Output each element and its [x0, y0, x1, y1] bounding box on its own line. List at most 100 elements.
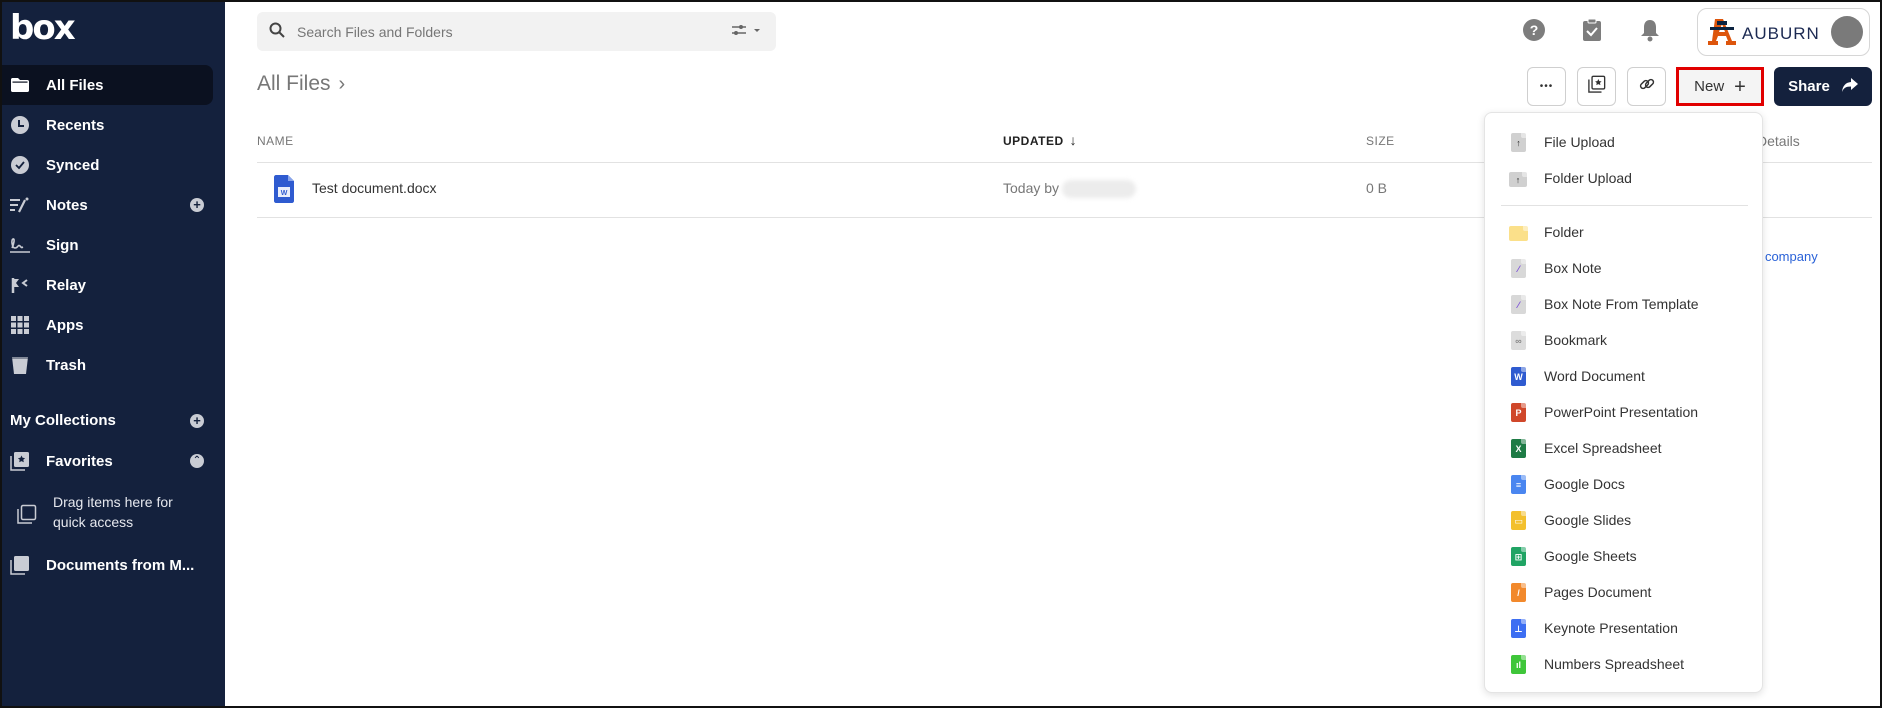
menu-item-label: PowerPoint Presentation: [1544, 404, 1699, 420]
search-icon: [269, 22, 285, 43]
search-bar: [257, 12, 776, 51]
menu-item-numbers-spreadsheet[interactable]: ıl Numbers Spreadsheet: [1485, 646, 1762, 682]
sidebar-item-label: Relay: [46, 276, 87, 294]
menu-item-bookmark[interactable]: ∞ Bookmark: [1485, 322, 1762, 358]
details-header: Details: [1757, 133, 1800, 149]
sidebar-item-recents[interactable]: Recents: [0, 105, 213, 145]
my-collections-heading: My Collections: [10, 412, 116, 429]
plus-icon: +: [1734, 75, 1746, 98]
powerpoint-icon: P: [1509, 403, 1527, 423]
file-size: 0 B: [1366, 180, 1388, 196]
menu-item-google-sheets[interactable]: ⊞ Google Sheets: [1485, 538, 1762, 574]
sidebar-item-label: Recents: [46, 116, 105, 134]
collection-star-icon: [1587, 75, 1606, 98]
menu-item-google-slides[interactable]: ▭ Google Slides: [1485, 502, 1762, 538]
sidebar-item-synced[interactable]: Synced: [0, 145, 213, 185]
menu-item-label: Keynote Presentation: [1544, 620, 1678, 636]
apps-grid-icon: [10, 315, 30, 335]
sidebar-item-all-files[interactable]: All Files: [0, 65, 213, 105]
ellipsis-icon: •••: [1539, 81, 1554, 92]
svg-text:W: W: [281, 190, 288, 197]
trash-icon: [10, 355, 30, 375]
excel-icon: X: [1509, 439, 1527, 459]
file-upload-icon: ↑: [1509, 133, 1527, 153]
menu-item-excel-spreadsheet[interactable]: X Excel Spreadsheet: [1485, 430, 1762, 466]
add-to-collection-button[interactable]: [1577, 67, 1616, 106]
user-avatar[interactable]: [1831, 16, 1863, 48]
sidebar-item-sign[interactable]: Sign: [0, 225, 213, 265]
column-header-name[interactable]: NAME: [257, 134, 294, 148]
google-docs-icon: ≡: [1509, 475, 1527, 495]
notifications-bell-icon[interactable]: [1638, 18, 1662, 42]
clock-icon: [10, 115, 30, 135]
org-name: AUBURN: [1742, 24, 1820, 43]
search-input[interactable]: [297, 12, 717, 51]
chevron-right-icon[interactable]: ›: [339, 73, 346, 96]
check-circle-icon: [10, 155, 30, 175]
numbers-icon: ıl: [1509, 655, 1527, 675]
menu-item-label: File Upload: [1544, 134, 1615, 150]
column-header-updated[interactable]: UPDATED ↓: [1003, 133, 1077, 148]
menu-item-box-note[interactable]: ⁄ Box Note: [1485, 250, 1762, 286]
menu-item-label: Box Note From Template: [1544, 296, 1699, 312]
menu-item-label: Google Slides: [1544, 512, 1632, 528]
breadcrumb-current[interactable]: All Files: [257, 72, 331, 96]
folder-icon: [10, 75, 30, 95]
add-collection-button[interactable]: +: [190, 414, 204, 428]
sidebar-item-notes[interactable]: Notes +: [0, 185, 213, 225]
share-button-label: Share: [1788, 78, 1830, 95]
menu-item-label: Box Note: [1544, 260, 1602, 276]
share-arrow-icon: [1841, 77, 1858, 96]
sidebar-item-trash[interactable]: Trash: [0, 345, 213, 385]
box-note-icon: ⁄: [1509, 259, 1527, 279]
menu-item-box-note-from-template[interactable]: ⁄ Box Note From Template: [1485, 286, 1762, 322]
company-link[interactable]: r company: [1757, 249, 1818, 264]
favorites-collection-icon: [10, 451, 30, 471]
menu-item-word-document[interactable]: W Word Document: [1485, 358, 1762, 394]
menu-item-label: Google Docs: [1544, 476, 1625, 492]
menu-item-keynote-presentation[interactable]: ⊥ Keynote Presentation: [1485, 610, 1762, 646]
sidebar-item-documents-collection[interactable]: Documents from M...: [0, 545, 213, 585]
more-options-button[interactable]: •••: [1527, 67, 1566, 106]
menu-item-pages-document[interactable]: / Pages Document: [1485, 574, 1762, 610]
menu-item-label: Bookmark: [1544, 332, 1608, 348]
sidebar-item-label: Synced: [46, 156, 100, 174]
column-header-size[interactable]: SIZE: [1366, 134, 1395, 148]
bookmark-icon: ∞: [1509, 331, 1527, 351]
tasks-icon[interactable]: [1580, 18, 1604, 42]
box-logo[interactable]: box: [10, 8, 76, 48]
sidebar-item-label: Apps: [46, 316, 84, 334]
menu-item-powerpoint-presentation[interactable]: P PowerPoint Presentation: [1485, 394, 1762, 430]
menu-item-label: Word Document: [1544, 368, 1645, 384]
new-button[interactable]: New +: [1676, 67, 1764, 106]
collection-icon: [10, 555, 30, 575]
pages-icon: /: [1509, 583, 1527, 603]
copy-link-button[interactable]: [1627, 67, 1666, 106]
help-icon[interactable]: ?: [1522, 18, 1546, 42]
search-filter-button[interactable]: [732, 24, 762, 41]
sidebar-item-relay[interactable]: Relay: [0, 265, 213, 305]
svg-text:?: ?: [1530, 22, 1539, 38]
sidebar-item-apps[interactable]: Apps: [0, 305, 213, 345]
sidebar-item-label: Trash: [46, 356, 87, 374]
file-updated: Today by: [1003, 180, 1060, 196]
add-note-button[interactable]: +: [190, 198, 204, 212]
column-header-label: UPDATED: [1003, 134, 1064, 148]
menu-item-label: Google Sheets: [1544, 548, 1637, 564]
google-sheets-icon: ⊞: [1509, 547, 1527, 567]
menu-item-label: Pages Document: [1544, 584, 1652, 600]
menu-item-google-docs[interactable]: ≡ Google Docs: [1485, 466, 1762, 502]
menu-item-folder[interactable]: Folder: [1485, 214, 1762, 250]
menu-item-label: Excel Spreadsheet: [1544, 440, 1662, 456]
menu-divider: [1501, 205, 1748, 206]
share-button[interactable]: Share: [1774, 67, 1872, 106]
menu-item-folder-upload[interactable]: ↑ Folder Upload: [1485, 160, 1762, 196]
sidebar-item-label: All Files: [46, 76, 104, 94]
relay-icon: [10, 275, 30, 295]
file-name-link[interactable]: Test document.docx: [312, 180, 437, 196]
collapse-favorites-button[interactable]: ⌃: [190, 454, 204, 468]
menu-item-file-upload[interactable]: ↑ File Upload: [1485, 124, 1762, 160]
sidebar-item-label: Sign: [46, 236, 79, 254]
sidebar-item-favorites[interactable]: Favorites ⌃: [0, 441, 213, 481]
account-menu[interactable]: AUBURN: [1697, 8, 1870, 56]
